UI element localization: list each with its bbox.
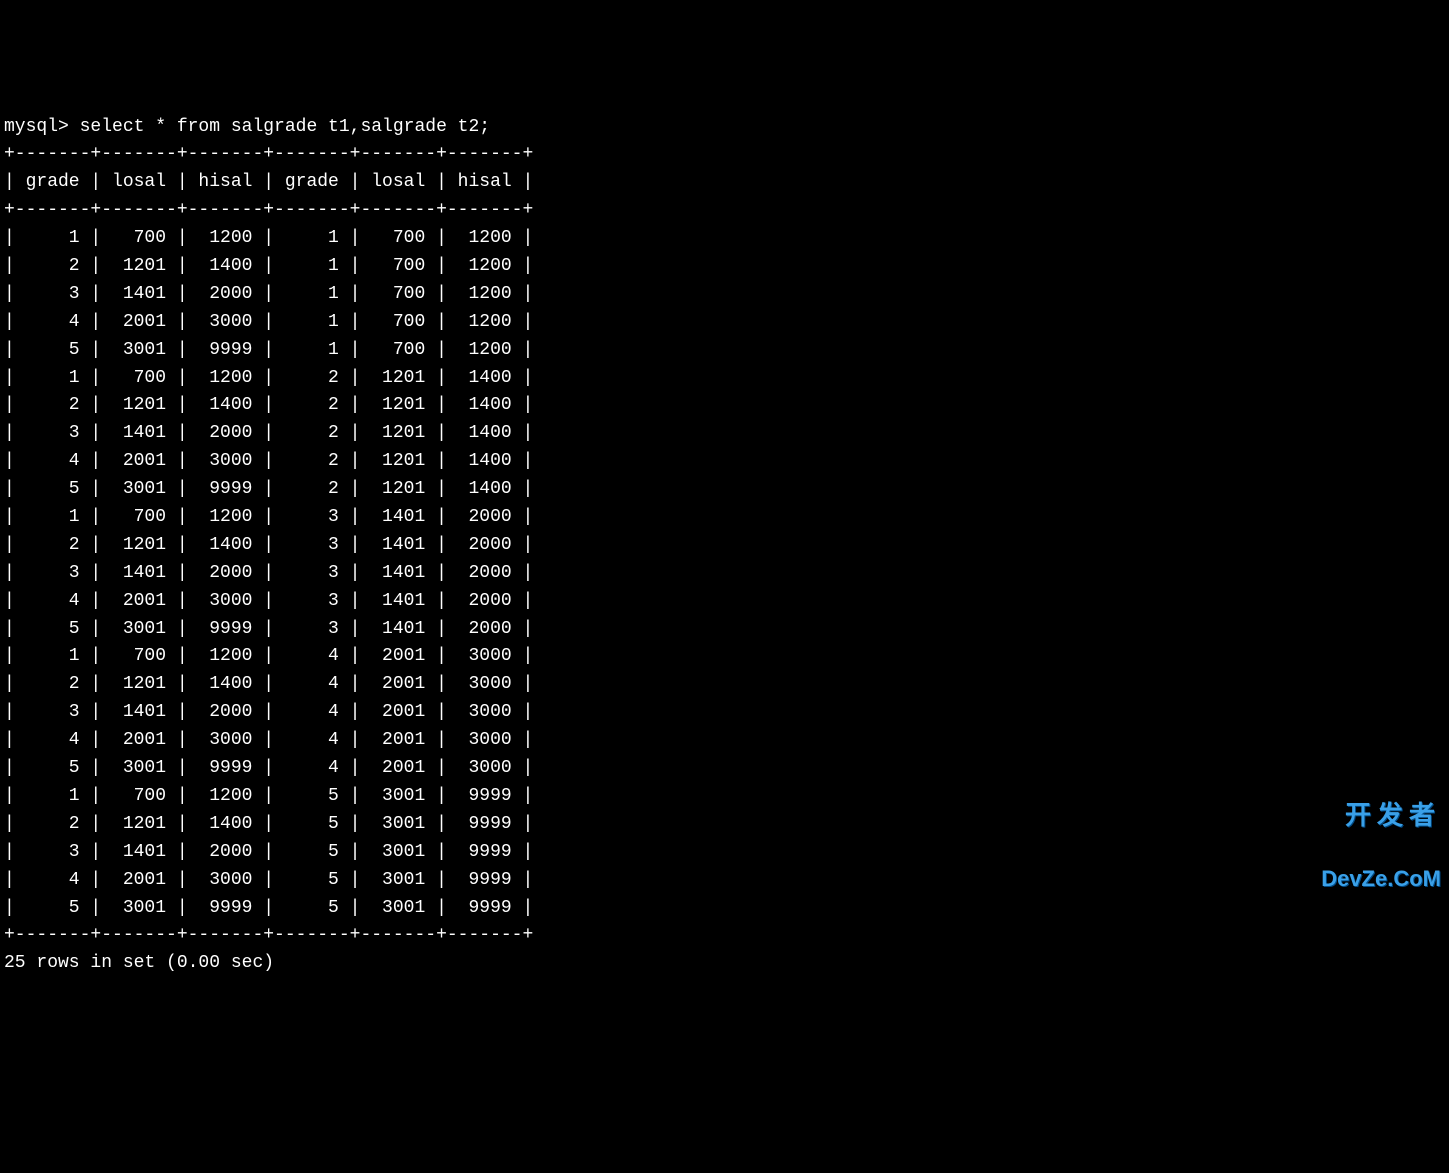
mysql-terminal-output: mysql> select * from salgrade t1,salgrad… bbox=[4, 114, 1445, 979]
logo-cn-text: 开发者 bbox=[1321, 802, 1441, 829]
site-logo: 开发者 DevZe.CoM bbox=[1321, 764, 1441, 909]
logo-en-text: DevZe.CoM bbox=[1321, 867, 1441, 890]
